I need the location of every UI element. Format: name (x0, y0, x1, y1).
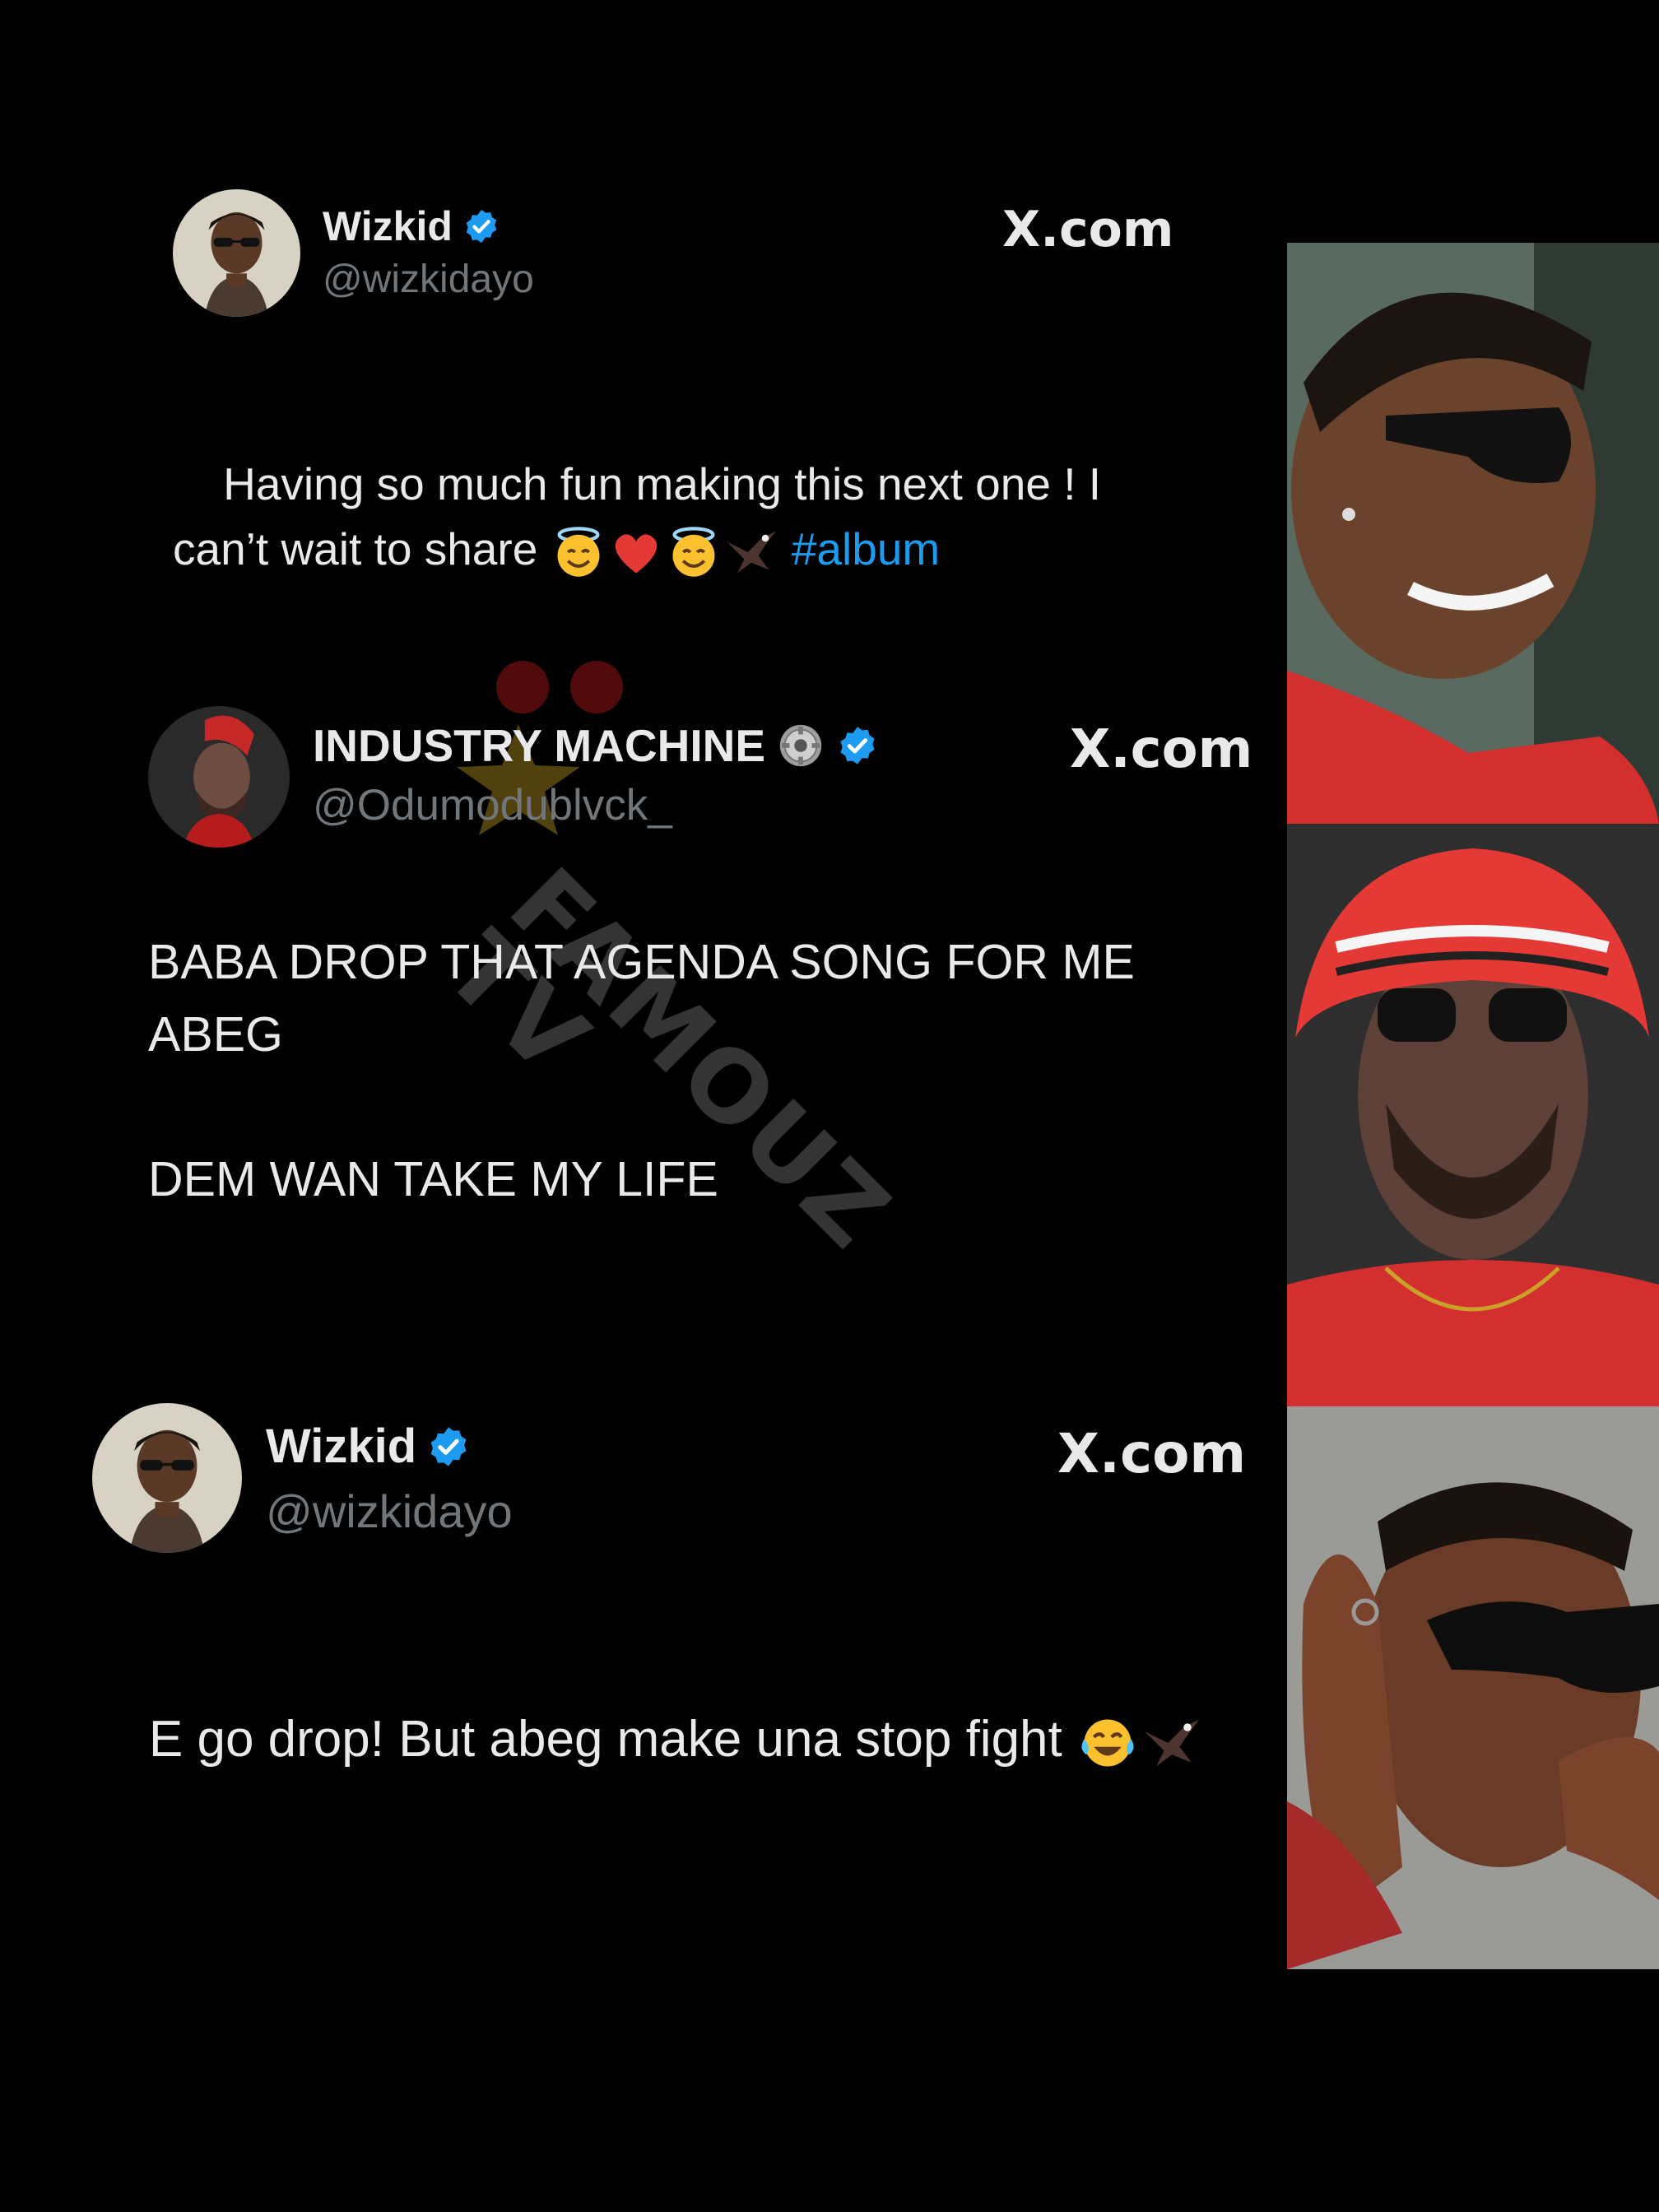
photo-wizkid-hands-face (1287, 1406, 1659, 1969)
name-row: INDUSTRY MACHINE (313, 719, 879, 772)
smiling-face-with-halo-icon (672, 527, 715, 578)
tweet-body: E go drop! But abeg make una stop fight (148, 1711, 1076, 1768)
x-brand-logo: X.com (1057, 1422, 1247, 1485)
smiling-face-with-halo-icon (557, 527, 600, 578)
avatar-wizkid-image (173, 189, 300, 317)
display-name[interactable]: INDUSTRY MACHINE (313, 719, 765, 772)
display-name[interactable]: Wizkid (266, 1419, 416, 1474)
photo-wizkid-sunglasses (1287, 243, 1659, 824)
hashtag-link[interactable]: #album (792, 523, 940, 574)
eagle-icon (726, 531, 776, 574)
handle[interactable]: @wizkidayo (266, 1485, 513, 1538)
avatar-wizkid-image (92, 1403, 242, 1553)
verified-badge-icon (426, 1424, 471, 1469)
photo-odumodublvck-red-hat (1287, 824, 1659, 1406)
display-name[interactable]: Wizkid (323, 202, 453, 250)
tweet-text: E go drop! But abeg make una stop fight (92, 1636, 1277, 1843)
tweet-text: BABA DROP THAT AGENDA SONG FOR ME ABEG D… (148, 935, 1135, 1206)
avatar-industry-machine-image (148, 706, 290, 848)
x-brand-logo: X.com (1002, 201, 1174, 258)
avatar[interactable] (173, 189, 300, 317)
face-with-tears-of-joy-icon (1081, 1719, 1134, 1767)
emoji-group (1076, 1712, 1203, 1774)
name-row: Wizkid (266, 1419, 471, 1474)
red-heart-icon (615, 534, 657, 574)
eagle-icon (1144, 1719, 1200, 1767)
handle[interactable]: @Odumodublvck_ (313, 780, 672, 830)
emoji-group (551, 524, 779, 580)
verified-badge-icon (836, 724, 879, 767)
gear-icon (779, 724, 822, 767)
name-row: Wizkid (323, 202, 500, 250)
handle[interactable]: @wizkidayo (323, 257, 534, 302)
avatar[interactable] (148, 706, 290, 848)
tweet-text: Having so much fun making this next one … (173, 387, 1243, 647)
x-brand-logo: X.com (1070, 719, 1253, 780)
verified-badge-icon (462, 207, 500, 245)
avatar[interactable] (92, 1403, 242, 1553)
